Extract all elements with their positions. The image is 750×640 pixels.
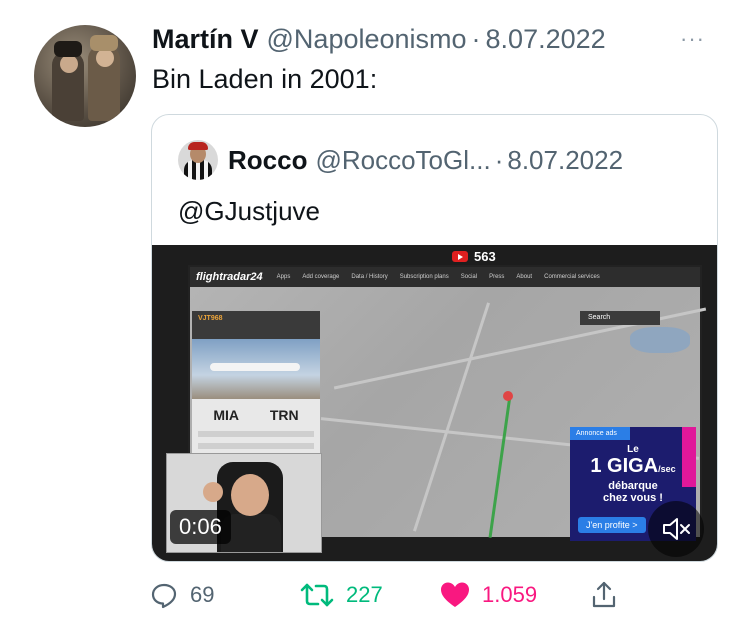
quoted-text: @GJustjuve [178,196,320,226]
ad-line-1: Le [627,444,639,455]
avatar-shirt [184,160,212,180]
origin-code: MIA [213,407,240,423]
author-handle[interactable]: @Napoleonismo [267,24,467,55]
plane-marker-icon [503,391,513,401]
share-icon [592,581,616,608]
retweet-button[interactable]: 227 [300,574,383,616]
tweet-actions: 69 227 1.059 [150,574,630,616]
jet-icon [210,363,300,371]
like-button[interactable]: 1.059 [440,574,537,616]
destination-code: TRN [269,407,299,423]
author-name[interactable]: Martín V [152,24,259,55]
route-codes: MIA TRN [192,399,320,423]
aircraft-photo [192,339,320,399]
author-avatar[interactable] [34,25,136,127]
map-road [412,302,491,532]
quoted-author-avatar[interactable] [178,140,218,180]
avatar-face-right [96,49,114,67]
map-river [630,327,690,353]
flightradar-topbar: flightradar24 Apps Add coverage Data / H… [190,267,700,287]
share-button[interactable] [590,574,618,616]
muted-speaker-icon [663,518,690,540]
flightradar-menu: Apps Add coverage Data / History Subscri… [277,274,600,280]
flight-number: VJT968 [192,311,320,339]
fr-menu-item: About [516,274,533,280]
avatar-hat-left [54,41,82,57]
avatar-cap [188,142,208,150]
video-duration: 0:06 [170,510,231,544]
ad-button: J'en profite > [578,517,646,533]
fr-menu-item: Apps [276,274,291,280]
tweet-text: Bin Laden in 2001: [152,64,378,94]
flight-track [488,398,511,538]
fr-menu-item: Subscription plans [399,274,449,280]
viewer-count: 563 [474,249,496,264]
streamer-head [231,474,269,516]
fr-menu-item: Commercial services [544,274,600,280]
mute-button[interactable] [648,501,704,557]
ad-accent [682,427,696,487]
avatar-hat-right [90,35,118,51]
tweet-date[interactable]: 8.07.2022 [486,24,606,55]
retweet-count: 227 [346,582,383,607]
ad-headline: 1 GIGA [590,455,659,477]
more-options-icon[interactable]: ··· [680,26,705,52]
detail-row [198,431,314,437]
quoted-tweet[interactable]: Rocco @RoccoToGl... · 8.07.2022 @GJustju… [151,114,718,562]
ad-line-3: débarque [608,480,658,492]
reply-count: 69 [190,582,215,607]
reply-icon [151,583,177,609]
like-count: 1.059 [482,582,538,607]
fr-menu-item: Press [489,274,505,280]
header-separator: · [471,24,481,54]
quoted-author-name[interactable]: Rocco [228,145,307,176]
detail-row [198,443,314,449]
quoted-separator: · [494,145,504,175]
avatar-face-left [60,55,78,73]
heart-icon [441,582,469,607]
ad-headline-suffix: /sec [658,464,676,474]
streamer-fist [203,482,223,502]
youtube-icon [452,251,468,262]
tweet-header: Martín V @Napoleonismo · 8.07.2022 [152,24,606,55]
fr-menu-item: Data / History [351,274,388,280]
ad-line-2: 1 GIGA/sec [570,455,696,480]
reply-button[interactable]: 69 [150,574,214,616]
live-viewer-count: 563 [452,249,496,264]
flightradar-logo: flightradar24 [196,271,263,283]
fr-menu-item: Add coverage [302,274,340,280]
flightradar-search: Search [580,311,660,325]
quoted-author-handle[interactable]: @RoccoToGl... [315,145,490,176]
quoted-header: Rocco @RoccoToGl... · 8.07.2022 [228,145,623,176]
ad-label: Annonce ads [570,427,630,440]
retweet-icon [300,583,334,607]
fr-menu-item: Social [460,274,478,280]
video-player[interactable]: 563 flightradar24 Apps Add coverage Data… [152,245,717,561]
quoted-date[interactable]: 8.07.2022 [507,145,623,176]
